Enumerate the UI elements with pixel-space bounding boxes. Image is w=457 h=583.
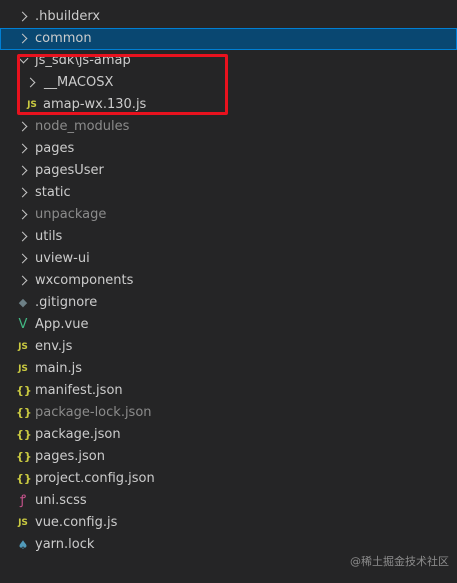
file-label: package.json [35, 427, 121, 442]
tree-file-app-vue[interactable]: V App.vue [0, 314, 457, 336]
tree-folder-utils[interactable]: utils [0, 226, 457, 248]
tree-folder-unpackage[interactable]: unpackage [0, 204, 457, 226]
tree-folder-pagesuser[interactable]: pagesUser [0, 160, 457, 182]
chevron-right-icon[interactable] [17, 11, 28, 22]
file-label: env.js [35, 339, 73, 354]
folder-label: wxcomponents [35, 273, 134, 288]
folder-label: utils [35, 229, 63, 244]
chevron-right-icon[interactable] [17, 165, 28, 176]
file-label: main.js [35, 361, 82, 376]
tree-file-gitignore[interactable]: ◆ .gitignore [0, 292, 457, 314]
folder-label: node_modules [35, 119, 130, 134]
chevron-right-icon[interactable] [17, 143, 28, 154]
chevron-right-icon[interactable] [17, 187, 28, 198]
json-file-icon: {} [16, 384, 32, 397]
file-label: App.vue [35, 317, 89, 332]
file-label: yarn.lock [35, 537, 95, 552]
folder-label: unpackage [35, 207, 107, 222]
chevron-right-icon[interactable] [17, 275, 28, 286]
tree-file-pages-json[interactable]: {} pages.json [0, 446, 457, 468]
folder-label: pages [35, 141, 75, 156]
chevron-right-icon[interactable] [17, 121, 28, 132]
tree-file-package-json[interactable]: {} package.json [0, 424, 457, 446]
folder-label: common [35, 31, 92, 46]
tree-folder-static[interactable]: static [0, 182, 457, 204]
tree-folder-uview-ui[interactable]: uview-ui [0, 248, 457, 270]
javascript-file-icon: JS [18, 364, 28, 374]
tree-file-uni-scss[interactable]: ꝭ uni.scss [0, 490, 457, 512]
json-file-icon: {} [16, 450, 32, 463]
tree-file-main-js[interactable]: JS main.js [0, 358, 457, 380]
file-label: uni.scss [35, 493, 87, 508]
file-label: package-lock.json [35, 405, 152, 420]
git-file-icon: ◆ [18, 296, 28, 309]
tree-folder-pages[interactable]: pages [0, 138, 457, 160]
file-label: vue.config.js [35, 515, 118, 530]
file-label: pages.json [35, 449, 105, 464]
folder-label: static [35, 185, 71, 200]
file-explorer-tree: .hbuilderx common js_sdk\js-amap __MACOS… [0, 0, 457, 583]
tree-folder-hbuilderx[interactable]: .hbuilderx [0, 6, 457, 28]
file-label: .gitignore [35, 295, 98, 310]
file-label: manifest.json [35, 383, 123, 398]
tree-file-manifest-json[interactable]: {} manifest.json [0, 380, 457, 402]
json-file-icon: {} [16, 472, 32, 485]
scss-file-icon: ꝭ [19, 493, 27, 508]
javascript-file-icon: JS [18, 342, 28, 352]
folder-label: uview-ui [35, 251, 90, 266]
json-file-icon: {} [16, 406, 32, 419]
file-label: project.config.json [35, 471, 155, 486]
chevron-right-icon[interactable] [17, 209, 28, 220]
json-file-icon: {} [16, 428, 32, 441]
folder-label: .hbuilderx [35, 9, 101, 24]
tree-file-env-js[interactable]: JS env.js [0, 336, 457, 358]
chevron-right-icon[interactable] [17, 253, 28, 264]
javascript-file-icon: JS [18, 518, 28, 528]
folder-label: pagesUser [35, 163, 104, 178]
yarn-file-icon: ♠ [17, 538, 29, 552]
watermark: @稀土掘金技术社区 [350, 555, 449, 568]
chevron-right-icon[interactable] [17, 33, 28, 44]
tree-file-project-config-json[interactable]: {} project.config.json [0, 468, 457, 490]
chevron-right-icon[interactable] [17, 231, 28, 242]
tree-file-vue-config-js[interactable]: JS vue.config.js [0, 512, 457, 534]
highlight-annotation-box [17, 54, 228, 115]
tree-folder-wxcomponents[interactable]: wxcomponents [0, 270, 457, 292]
tree-folder-node-modules[interactable]: node_modules [0, 116, 457, 138]
tree-folder-common[interactable]: common [0, 28, 457, 50]
vue-file-icon: V [18, 317, 28, 332]
tree-file-package-lock-json[interactable]: {} package-lock.json [0, 402, 457, 424]
